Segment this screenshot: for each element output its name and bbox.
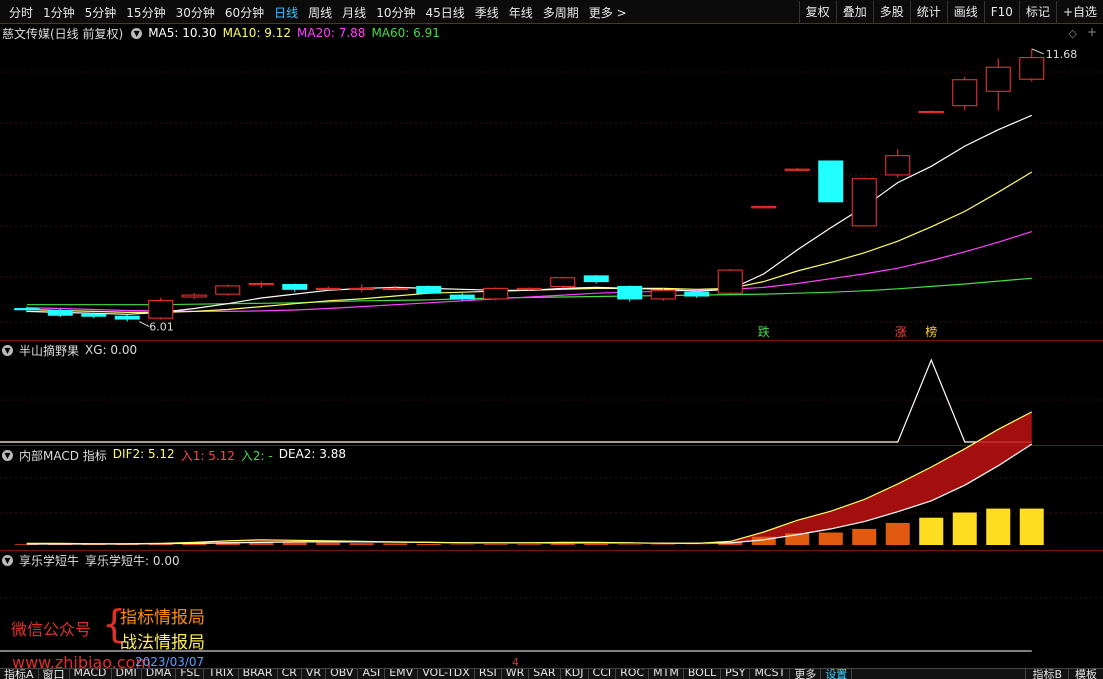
macd-label-1: 入1: 5.12 <box>180 448 235 463</box>
indicator-tab-8[interactable]: CR <box>278 669 302 679</box>
watermark-line1: 指标情报局 <box>120 608 205 628</box>
indicator-tab-17[interactable]: KDJ <box>561 669 589 679</box>
period-tab-6[interactable]: 日线 <box>269 4 303 21</box>
macd-label-3: DEA2: 3.88 <box>278 446 346 461</box>
ma-label-0: MA5: 10.30 <box>148 26 217 40</box>
stock-title: 慈文传媒(日线 前复权) <box>2 26 124 41</box>
chevron-down-icon[interactable]: ▼ <box>131 27 143 39</box>
xg-value: XG: 0.00 <box>85 343 138 357</box>
indicator-tab-16[interactable]: SAR <box>529 669 561 679</box>
indicator-tab-11[interactable]: ASI <box>358 669 386 679</box>
short-bull-title-bar: ▼ 享乐学短牛 享乐学短牛: 0.00 <box>0 551 186 569</box>
tool-button-4[interactable]: 画线 <box>946 1 984 23</box>
chevron-down-icon[interactable]: ▼ <box>2 554 13 566</box>
macd-panel: ▼ 内部MACD 指标 DIF2: 5.12 入1: 5.12 入2: - DEA2:… <box>0 446 1103 550</box>
period-tab-4[interactable]: 30分钟 <box>171 4 220 21</box>
indicator-tabbar: 指标A 窗口 MACD DMI DMA FSL TRIX BRAR CR VR OBV ASI EMV V… <box>0 668 1103 679</box>
indicator-tab-24[interactable]: 更多 <box>790 669 822 679</box>
tool-button-6[interactable]: 标记 <box>1018 1 1056 23</box>
cursor-date: 2023/03/07 <box>135 655 205 669</box>
indicator-tab-5[interactable]: FSL <box>176 669 205 679</box>
kline-panel: 慈文传媒(日线 前复权) ▼ MA5: 10.30 MA10: 9.12 MA20:… <box>0 24 1103 340</box>
xg-title: 半山摘野果 <box>19 343 80 358</box>
period-tab-2[interactable]: 5分钟 <box>80 4 122 21</box>
period-tab-8[interactable]: 月线 <box>337 4 371 21</box>
period-tab-14[interactable]: 更多 > <box>584 4 632 21</box>
indicator-tab-21[interactable]: BOLL <box>684 669 722 679</box>
indicator-tab-9[interactable]: VR <box>302 669 327 679</box>
tool-button-5[interactable]: F10 <box>983 1 1019 23</box>
indicator-tab-1[interactable]: 窗口 <box>39 669 70 679</box>
indicator-tab-25[interactable]: 设置 <box>821 669 853 679</box>
tool-button-2[interactable]: 多股 <box>872 1 910 23</box>
watermark-label: 微信公众号 <box>11 620 92 639</box>
period-tab-0[interactable]: 分时 <box>4 4 38 21</box>
watermark-line2: 战法情报局 <box>120 633 205 653</box>
period-toolbar: 分时 1分钟 5分钟 15分钟 30分钟 60分钟 日线 周线 月线 10分钟 45日线 季线 年线 多周… <box>0 0 1103 24</box>
indicator-tab-14[interactable]: RSI <box>475 669 502 679</box>
indicator-tab-23[interactable]: MCST <box>750 669 791 679</box>
indicator-tab-20[interactable]: MTM <box>649 669 684 679</box>
macd-label-2: 入2: - <box>240 448 273 463</box>
short-bull-value: 享乐学短牛: 0.00 <box>85 553 180 568</box>
indicator-tab-12[interactable]: EMV <box>385 669 419 679</box>
indicator-tab-6[interactable]: TRIX <box>204 669 239 679</box>
indicator-tab-3[interactable]: DMI <box>112 669 142 679</box>
period-tabs: 分时 1分钟 5分钟 15分钟 30分钟 60分钟 日线 周线 月线 10分钟 45日线 季线 年线 多周… <box>4 0 632 24</box>
period-tab-5[interactable]: 60分钟 <box>220 4 269 21</box>
template-tabs: 指标B 模板 <box>1025 669 1103 679</box>
tool-button-1[interactable]: 叠加 <box>835 1 873 23</box>
indicator-tab-18[interactable]: CCI <box>589 669 617 679</box>
period-tab-7[interactable]: 周线 <box>303 4 337 21</box>
indicator-tab-2[interactable]: MACD <box>70 669 112 679</box>
indicator-tab-7[interactable]: BRAR <box>239 669 278 679</box>
period-tab-3[interactable]: 15分钟 <box>121 4 170 21</box>
xg-title-bar: ▼ 半山摘野果 XG: 0.00 <box>0 341 143 359</box>
period-tab-9[interactable]: 10分钟 <box>371 4 420 21</box>
tool-button-0[interactable]: 复权 <box>798 1 836 23</box>
indicator-tab-22[interactable]: PSY <box>721 669 751 679</box>
indicator-tab-13[interactable]: VOL-TDX <box>418 669 475 679</box>
period-tab-11[interactable]: 季线 <box>470 4 504 21</box>
indicator-tabs: 指标A 窗口 MACD DMI DMA FSL TRIX BRAR CR VR OBV ASI EMV V… <box>0 669 853 679</box>
ma-label-1: MA10: 9.12 <box>222 26 292 40</box>
kline-title-bar: 慈文传媒(日线 前复权) ▼ MA5: 10.30 MA10: 9.12 MA20:… <box>0 24 440 42</box>
ma-legend: MA5: 10.30 MA10: 9.12 MA20: 7.88 MA60: 6.91 <box>148 26 440 40</box>
macd-label-0: DIF2: 5.12 <box>112 446 175 461</box>
xg-panel: ▼ 半山摘野果 XG: 0.00 <box>0 341 1103 445</box>
macd-title: 内部MACD 指标 <box>19 448 107 463</box>
chevron-down-icon[interactable]: ▼ <box>2 449 13 461</box>
tool-button-7[interactable]: +自选 <box>1055 1 1103 23</box>
period-tab-13[interactable]: 多周期 <box>538 4 584 21</box>
indicator-tab-15[interactable]: WR <box>502 669 530 679</box>
indicator-tab-10[interactable]: OBV <box>326 669 359 679</box>
period-tab-12[interactable]: 年线 <box>504 4 538 21</box>
period-tab-1[interactable]: 1分钟 <box>38 4 80 21</box>
template-tab-1[interactable]: 模板 <box>1068 669 1103 679</box>
short-bull-title: 享乐学短牛 <box>19 553 80 568</box>
tool-button-3[interactable]: 统计 <box>909 1 947 23</box>
period-tab-10[interactable]: 45日线 <box>420 4 469 21</box>
ma-label-2: MA20: 7.88 <box>297 26 366 40</box>
indicator-tab-19[interactable]: ROC <box>616 669 650 679</box>
indicator-tab-4[interactable]: DMA <box>142 669 177 679</box>
settings-diamond-icon[interactable]: ◇ <box>1069 27 1077 40</box>
chevron-down-icon[interactable]: ▼ <box>2 344 13 356</box>
macd-legend: DIF2: 5.12 入1: 5.12 入2: - DEA2: 3.88 <box>113 447 346 464</box>
indicator-tab-0[interactable]: 指标A <box>0 669 39 679</box>
template-tab-0[interactable]: 指标B <box>1025 669 1068 679</box>
ma-label-3: MA60: 6.91 <box>371 26 440 40</box>
add-panel-icon[interactable]: + <box>1087 25 1097 39</box>
tool-buttons: 复权 叠加 多股 统计 画线 F10 标记 +自选 <box>798 0 1103 24</box>
macd-title-bar: ▼ 内部MACD 指标 DIF2: 5.12 入1: 5.12 入2: - DEA2:… <box>0 446 346 464</box>
